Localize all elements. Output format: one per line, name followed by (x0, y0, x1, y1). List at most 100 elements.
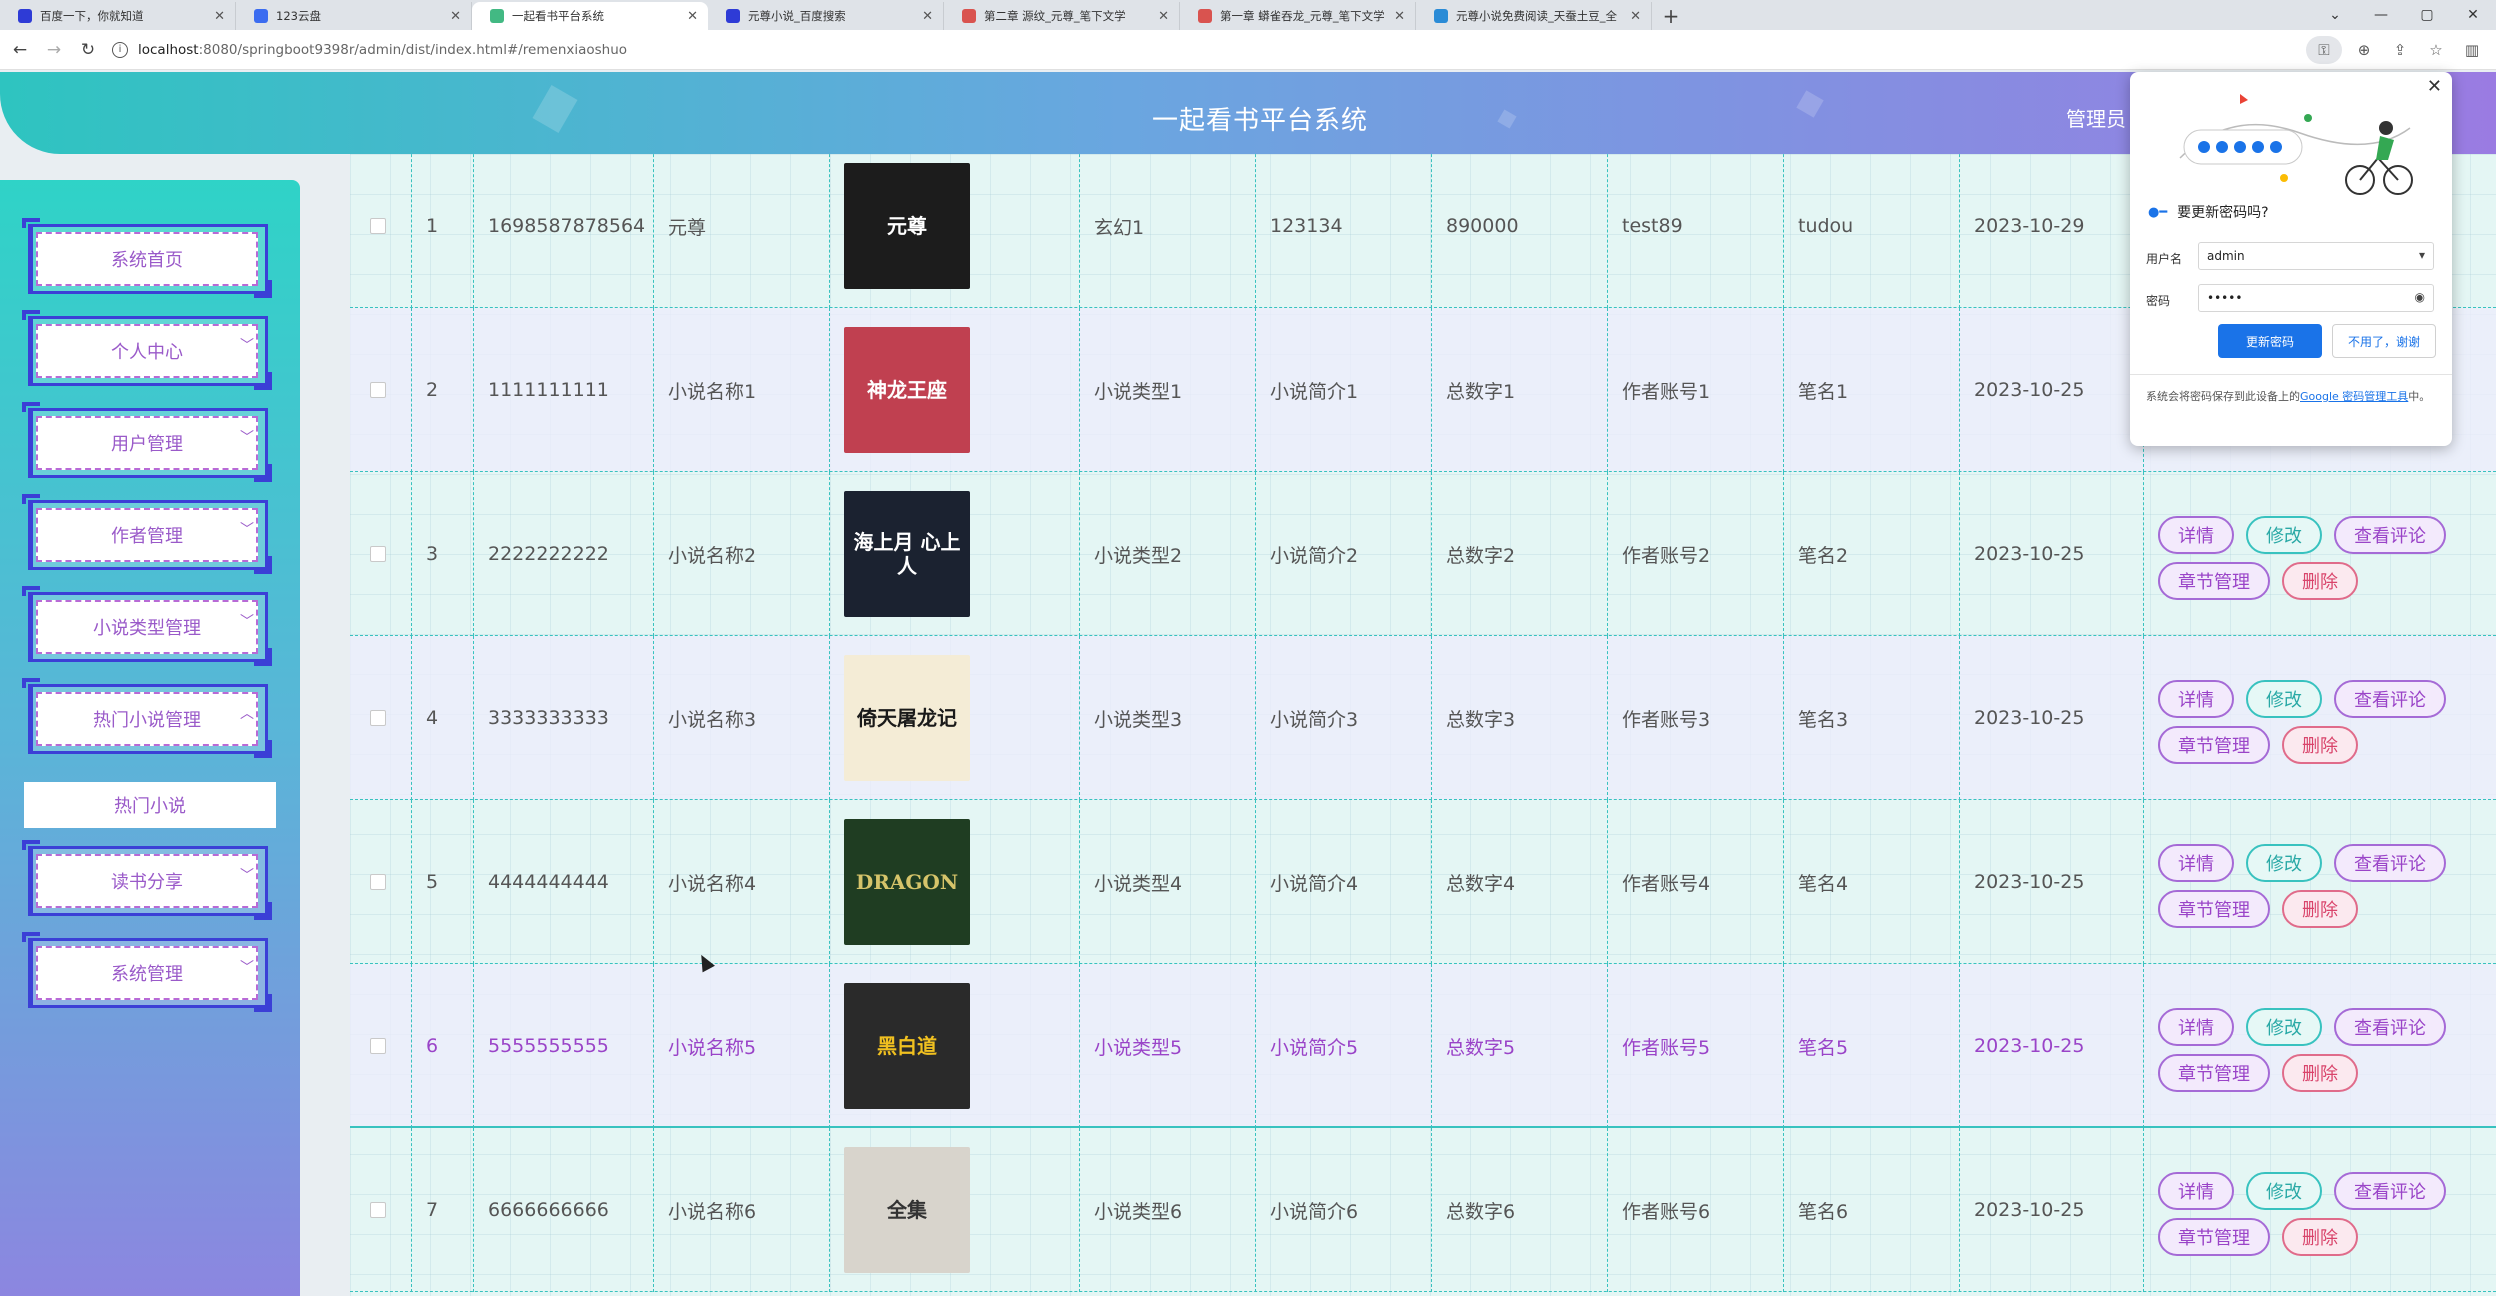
browser-tab[interactable]: 元尊小说_百度搜索 ✕ (708, 2, 944, 30)
close-window-icon[interactable]: ✕ (2450, 0, 2496, 30)
cover-image[interactable]: 神龙王座 (844, 327, 970, 453)
row-checkbox[interactable] (370, 218, 386, 234)
forward-icon[interactable]: → (40, 36, 68, 64)
password-manager-link[interactable]: Google 密码管理工具 (2300, 390, 2408, 403)
close-icon[interactable]: ✕ (2427, 76, 2442, 97)
tab-close-icon[interactable]: ✕ (1158, 9, 1169, 24)
tab-close-icon[interactable]: ✕ (214, 9, 225, 24)
edit-button[interactable]: 修改 (2246, 1172, 2322, 1210)
zoom-icon[interactable]: ⊕ (2350, 36, 2378, 64)
edit-button[interactable]: 修改 (2246, 516, 2322, 554)
update-password-button[interactable]: 更新密码 (2218, 324, 2322, 358)
chapter-manage-button[interactable]: 章节管理 (2158, 1218, 2270, 1256)
row-checkbox[interactable] (370, 874, 386, 890)
bookmark-star-icon[interactable]: ☆ (2422, 36, 2450, 64)
browser-tab[interactable]: 一起看书平台系统 ✕ (472, 2, 708, 30)
no-thanks-button[interactable]: 不用了，谢谢 (2332, 324, 2436, 358)
password-key-icon[interactable]: ⚿ (2306, 36, 2342, 64)
cover-image[interactable]: 倚天屠龙记 (844, 655, 970, 781)
tab-close-icon[interactable]: ✕ (922, 9, 933, 24)
cell-date: 2023-10-25 (1960, 472, 2144, 636)
delete-button[interactable]: 删除 (2282, 1218, 2358, 1256)
view-comments-button[interactable]: 查看评论 (2334, 516, 2446, 554)
row-checkbox[interactable] (370, 546, 386, 562)
tab-close-icon[interactable]: ✕ (1394, 9, 1405, 24)
chapter-manage-button[interactable]: 章节管理 (2158, 1054, 2270, 1092)
sidebar-item[interactable]: 作者管理 ﹀ (22, 494, 272, 574)
browser-tab[interactable]: 元尊小说免费阅读_天蚕土豆_全 ✕ (1416, 2, 1652, 30)
chapter-manage-button[interactable]: 章节管理 (2158, 562, 2270, 600)
chapter-manage-button[interactable]: 章节管理 (2158, 726, 2270, 764)
cell-date-text: 2023-10-25 (1974, 871, 2085, 893)
browser-tab[interactable]: 第一章 蟒雀吞龙_元尊_笔下文学 ✕ (1180, 2, 1416, 30)
browser-tab[interactable]: 百度一下，你就知道 ✕ (0, 2, 236, 30)
cover-image[interactable]: 全集 (844, 1147, 970, 1273)
row-checkbox[interactable] (370, 710, 386, 726)
row-checkbox[interactable] (370, 382, 386, 398)
tab-search-icon[interactable]: ⌄ (2312, 0, 2358, 30)
table-row[interactable]: 5 4444444444 小说名称4 DRAGON 小说类型4 小说简介4 总数字4 作者账号… (350, 800, 2496, 964)
cover-image[interactable]: 黑白道 (844, 983, 970, 1109)
current-user-label[interactable]: 管理员 (2066, 103, 2126, 132)
view-comments-button[interactable]: 查看评论 (2334, 1008, 2446, 1046)
sidebar-item[interactable]: 系统首页 (22, 218, 272, 298)
password-field[interactable]: ••••• ◉ (2198, 284, 2434, 312)
detail-button[interactable]: 详情 (2158, 680, 2234, 718)
table-row[interactable]: 6 5555555555 小说名称5 黑白道 小说类型5 小说简介5 总数字5 作者账号5 笔名… (350, 964, 2496, 1128)
cell-pen-text: 笔名5 (1798, 1036, 1849, 1059)
share-icon[interactable]: ⇪ (2386, 36, 2414, 64)
detail-button[interactable]: 详情 (2158, 1172, 2234, 1210)
detail-button[interactable]: 详情 (2158, 516, 2234, 554)
address-bar-actions: ⚿ ⊕ ⇪ ☆ ▥ (2306, 36, 2486, 64)
cell-type: 玄幻1 (1080, 154, 1256, 308)
sidebar-item[interactable]: 系统管理 ﹀ (22, 932, 272, 1012)
sidebar-item[interactable]: 小说类型管理 ﹀ (22, 586, 272, 666)
row-checkbox[interactable] (370, 1202, 386, 1218)
browser-tab[interactable]: 第二章 源纹_元尊_笔下文学 ✕ (944, 2, 1180, 30)
popup-title: ●━ 要更新密码吗? (2148, 202, 2269, 222)
cover-image[interactable]: DRAGON (844, 819, 970, 945)
view-comments-button[interactable]: 查看评论 (2334, 844, 2446, 882)
eye-icon[interactable]: ◉ (2415, 290, 2425, 304)
tab-close-icon[interactable]: ✕ (450, 9, 461, 24)
sidebar-item-label: 热门小说管理 (93, 710, 201, 731)
maximize-icon[interactable]: ▢ (2404, 0, 2450, 30)
side-panel-icon[interactable]: ▥ (2458, 36, 2486, 64)
edit-button[interactable]: 修改 (2246, 1008, 2322, 1046)
table-row[interactable]: 4 3333333333 小说名称3 倚天屠龙记 小说类型3 小说简介3 总数字3 作者账号3… (350, 636, 2496, 800)
reload-icon[interactable]: ↻ (74, 36, 102, 64)
submenu-item-hot-novels[interactable]: 热门小说 (24, 782, 276, 828)
sidebar-item[interactable]: 读书分享 ﹀ (22, 840, 272, 920)
edit-button[interactable]: 修改 (2246, 680, 2322, 718)
browser-tab[interactable]: 123云盘 ✕ (236, 2, 472, 30)
table-row[interactable]: 3 2222222222 小说名称2 海上月 心上人 小说类型2 小说简介2 总数字2 作者账… (350, 472, 2496, 636)
cell-name-text: 小说名称2 (668, 544, 757, 567)
table-row[interactable]: 7 6666666666 小说名称6 全集 小说类型6 小说简介6 总数字6 作者账号6 笔名6… (350, 1128, 2496, 1292)
site-info-icon[interactable]: i (112, 41, 128, 58)
sidebar-item[interactable]: 热门小说管理 ︿ (22, 678, 272, 758)
cover-image[interactable]: 海上月 心上人 (844, 491, 970, 617)
minimize-icon[interactable]: — (2358, 0, 2404, 30)
tab-close-icon[interactable]: ✕ (1630, 9, 1641, 24)
tab-close-icon[interactable]: ✕ (687, 9, 698, 24)
new-tab-button[interactable]: + (1656, 2, 1686, 30)
cover-cell: 倚天屠龙记 (830, 636, 1080, 800)
sidebar-item[interactable]: 用户管理 ﹀ (22, 402, 272, 482)
url-field[interactable]: i localhost:8080/springboot9398r/admin/d… (112, 41, 627, 58)
delete-button[interactable]: 删除 (2282, 562, 2358, 600)
edit-button[interactable]: 修改 (2246, 844, 2322, 882)
row-checkbox[interactable] (370, 1038, 386, 1054)
detail-button[interactable]: 详情 (2158, 844, 2234, 882)
view-comments-button[interactable]: 查看评论 (2334, 1172, 2446, 1210)
sidebar-item[interactable]: 个人中心 ﹀ (22, 310, 272, 390)
username-select[interactable]: admin ▾ (2198, 242, 2434, 270)
cover-image[interactable]: 元尊 (844, 163, 970, 289)
view-comments-button[interactable]: 查看评论 (2334, 680, 2446, 718)
delete-button[interactable]: 删除 (2282, 726, 2358, 764)
detail-button[interactable]: 详情 (2158, 1008, 2234, 1046)
back-icon[interactable]: ← (6, 36, 34, 64)
delete-button[interactable]: 删除 (2282, 890, 2358, 928)
chapter-manage-button[interactable]: 章节管理 (2158, 890, 2270, 928)
cell-account: 作者账号6 (1608, 1128, 1784, 1292)
delete-button[interactable]: 删除 (2282, 1054, 2358, 1092)
